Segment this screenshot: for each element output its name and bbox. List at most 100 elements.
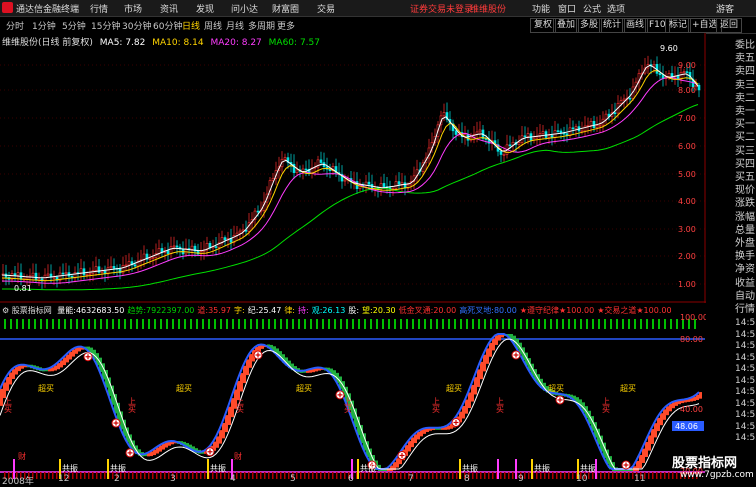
ribbon-segment: [477, 369, 480, 387]
top-comb-bar: [256, 319, 258, 329]
menu-gongneng[interactable]: 功能: [532, 2, 550, 15]
top-comb-bar: [676, 319, 678, 329]
candle-body: [166, 250, 170, 255]
ribbon-segment: [156, 447, 159, 454]
login-notice[interactable]: 证券交易未登录: [410, 2, 473, 15]
top-comb-bar: [322, 319, 324, 329]
bottom-comb-bar: [400, 472, 402, 479]
indicator-name[interactable]: 股票指标网: [12, 306, 52, 315]
bottom-comb-bar: [36, 472, 38, 479]
bottom-comb-bar: [432, 472, 434, 479]
bottom-comb-bar: [156, 472, 158, 479]
chaomai-label: 超买: [296, 383, 312, 393]
top-comb-bar: [466, 319, 468, 329]
candle-body: [85, 274, 89, 276]
tick-time: 14:55: [735, 318, 756, 328]
bottom-comb-bar: [88, 472, 90, 479]
candle-body: [94, 266, 98, 271]
menu-gongshi[interactable]: 公式: [583, 2, 601, 15]
date-tick: 5: [290, 474, 296, 484]
bottom-comb-bar: [604, 472, 606, 479]
period-weekly[interactable]: 周线: [202, 19, 224, 32]
shangmai-label: 上买: [236, 397, 245, 414]
candle-body: [523, 135, 527, 138]
date-tick: 9: [518, 474, 524, 484]
price-tick: 2.00: [678, 252, 696, 261]
tick-time: 14:55: [735, 398, 756, 409]
candle-body: [508, 144, 512, 147]
ribbon-segment: [468, 392, 471, 408]
period-multi[interactable]: 多周期: [246, 19, 277, 32]
bottom-comb-bar: [312, 472, 314, 479]
top-comb-bar: [406, 319, 408, 329]
top-comb-bar: [460, 319, 462, 329]
watermark-url: www.7gpzb.com: [680, 470, 754, 480]
menu-faxian[interactable]: 发现: [196, 2, 214, 15]
menu-wenxiaoda[interactable]: 问小达: [231, 2, 258, 15]
bottom-comb-bar: [512, 472, 514, 479]
bottom-comb-bar: [676, 472, 678, 479]
top-comb-bar: [250, 319, 252, 329]
ribbon-segment: [72, 349, 75, 357]
bottom-comb-bar: [300, 472, 302, 479]
price-tick: 9.00: [678, 61, 696, 70]
bottom-comb-bar: [608, 472, 610, 479]
bottom-comb-bar: [620, 472, 622, 479]
menu-hangqing[interactable]: 行情: [90, 2, 108, 15]
menu-shichang[interactable]: 市场: [124, 2, 142, 15]
bottom-comb-bar: [272, 472, 274, 479]
top-comb-bar: [424, 319, 426, 329]
candle-body: [82, 268, 86, 276]
candle-body: [319, 159, 323, 163]
menu-xuanxiang[interactable]: 选项: [607, 2, 625, 15]
btn-fanhui[interactable]: 返回: [716, 18, 743, 33]
top-comb-bar: [106, 319, 108, 329]
candle-body: [592, 120, 596, 128]
candle-body: [124, 264, 128, 267]
date-tick: 2: [114, 474, 120, 484]
menu-zixun[interactable]: 资讯: [160, 2, 178, 15]
bottom-comb-bar: [488, 472, 490, 479]
indicator-item-key: 道:: [197, 306, 209, 315]
indicator-item-key: 高死叉地:: [459, 306, 494, 315]
top-comb-bar: [178, 319, 180, 329]
candle-body: [52, 276, 56, 279]
user-guest[interactable]: 游客: [716, 2, 734, 15]
bottom-comb-bar: [628, 472, 630, 479]
menu-caifuquan[interactable]: 财富圈: [272, 2, 299, 15]
bottom-comb-bar: [136, 472, 138, 479]
candle-body: [190, 245, 194, 250]
period-30min[interactable]: 30分钟: [120, 19, 153, 32]
period-5min[interactable]: 5分钟: [60, 19, 88, 32]
bottom-comb-bar: [152, 472, 154, 479]
bottom-comb-bar: [428, 472, 430, 479]
indicator-chart[interactable]: 共振 共振 共振 共振 共振 共振 共振 超买 超买 超买 超买 超买 超买上买 上买 上买 上买 上买 上买 上买…: [0, 304, 706, 484]
period-daily[interactable]: 日线: [180, 19, 202, 32]
period-1min[interactable]: 1分钟: [30, 19, 58, 32]
top-comb-bar: [304, 319, 306, 329]
top-comb-bar: [472, 319, 474, 329]
indicator-icon[interactable]: ⚙: [2, 306, 9, 315]
candle-body: [109, 266, 113, 269]
menu-chuangkou[interactable]: 窗口: [558, 2, 576, 15]
bottom-comb-bar: [304, 472, 306, 479]
period-15min[interactable]: 15分钟: [89, 19, 122, 32]
bottom-comb-bar: [540, 472, 542, 479]
menu-jiaoyi[interactable]: 交易: [317, 2, 335, 15]
candle-body: [16, 272, 20, 276]
bottom-comb-bar: [48, 472, 50, 479]
top-comb-bar: [16, 319, 18, 329]
period-more[interactable]: 更多: [275, 19, 297, 32]
kline-chart[interactable]: 9.60 0.81 9.00 8.00 7.00 6.00 5.00 4.00 3.00 2.…: [0, 33, 706, 303]
period-monthly[interactable]: 月线: [224, 19, 246, 32]
ribbon-segment: [474, 377, 477, 395]
top-comb-bar: [628, 319, 630, 329]
period-fenshi[interactable]: 分时: [4, 19, 26, 32]
bottom-comb-bar: [664, 472, 666, 479]
tick-time: 14:55: [735, 375, 756, 386]
bottom-comb-bar: [240, 472, 242, 479]
bottom-comb-bar: [376, 472, 378, 479]
candle-body: [556, 130, 560, 132]
candle-body: [151, 257, 155, 259]
ribbon-segment: [60, 360, 63, 368]
